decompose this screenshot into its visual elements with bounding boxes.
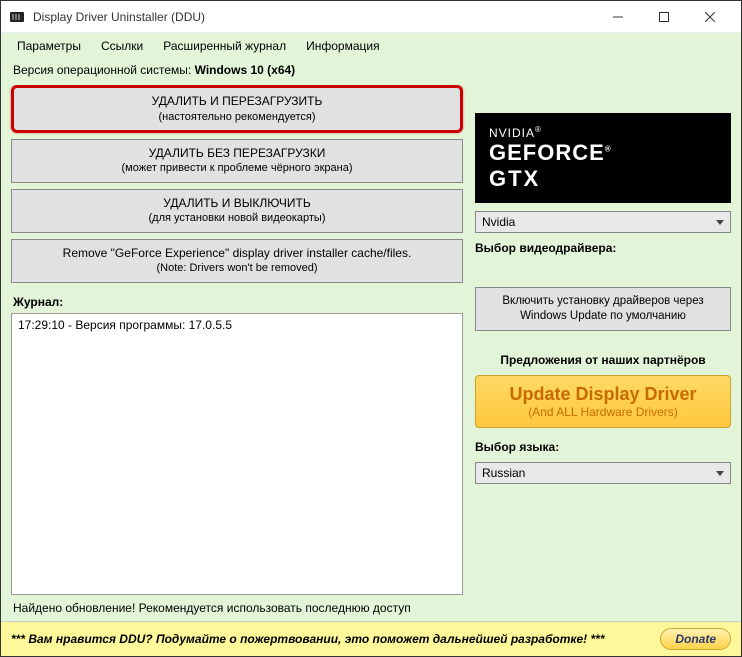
menu-extended-log[interactable]: Расширенный журнал: [155, 37, 294, 55]
app-window: Display Driver Uninstaller (DDU) Парамет…: [0, 0, 742, 657]
log-label: Журнал:: [13, 295, 463, 309]
clean-without-restart-button[interactable]: УДАЛИТЬ БЕЗ ПЕРЕЗАГРУЗКИ (может привести…: [11, 139, 463, 183]
menubar: Параметры Ссылки Расширенный журнал Инфо…: [1, 33, 741, 59]
partners-label: Предложения от наших партнёров: [475, 353, 731, 367]
donate-text: *** Вам нравится DDU? Подумайте о пожерт…: [11, 632, 660, 646]
btn-line: (для установки новой видеокарты): [20, 211, 454, 225]
os-version-line: Версия операционной системы: Windows 10 …: [1, 59, 741, 85]
titlebar: Display Driver Uninstaller (DDU): [1, 1, 741, 33]
close-button[interactable]: [687, 1, 733, 33]
btn-line: (настоятельно рекомендуется): [22, 110, 452, 124]
donate-button[interactable]: Donate: [660, 628, 731, 650]
wu-line: Включить установку драйверов через: [482, 294, 724, 309]
log-entry: 17:29:10 - Версия программы: 17.0.5.5: [18, 318, 456, 332]
menu-parameters[interactable]: Параметры: [9, 37, 89, 55]
language-select[interactable]: Russian: [475, 462, 731, 484]
window-title: Display Driver Uninstaller (DDU): [33, 10, 595, 24]
os-version-label: Версия операционной системы:: [13, 63, 191, 77]
vendor-selected-value: Nvidia: [482, 215, 515, 229]
gpu-brand-line2: GEFORCE®: [489, 140, 717, 166]
log-box[interactable]: 17:29:10 - Версия программы: 17.0.5.5: [11, 313, 463, 595]
update-driver-line1: Update Display Driver: [482, 384, 724, 405]
remove-geforce-experience-button[interactable]: Remove "GeForce Experience" display driv…: [11, 239, 463, 283]
gpu-brand-line3: GTX: [489, 166, 717, 192]
update-display-driver-button[interactable]: Update Display Driver (And ALL Hardware …: [475, 375, 731, 428]
main-area: УДАЛИТЬ И ПЕРЕЗАГРУЗИТЬ (настоятельно ре…: [1, 85, 741, 595]
update-driver-line2: (And ALL Hardware Drivers): [482, 405, 724, 419]
content-area: Параметры Ссылки Расширенный журнал Инфо…: [1, 33, 741, 621]
window-controls: [595, 1, 733, 33]
app-icon: [9, 9, 25, 25]
left-column: УДАЛИТЬ И ПЕРЕЗАГРУЗИТЬ (настоятельно ре…: [11, 85, 463, 595]
minimize-button[interactable]: [595, 1, 641, 33]
btn-line: (Note: Drivers won't be removed): [20, 261, 454, 275]
language-selected-value: Russian: [482, 466, 525, 480]
btn-line: Remove "GeForce Experience" display driv…: [20, 246, 454, 262]
donate-bar: *** Вам нравится DDU? Подумайте о пожерт…: [1, 621, 741, 656]
gpu-brand-banner: NVIDIA® GEFORCE® GTX: [475, 113, 731, 203]
enable-windows-update-button[interactable]: Включить установку драйверов через Windo…: [475, 287, 731, 331]
btn-line: (может привести к проблеме чёрного экран…: [20, 161, 454, 175]
btn-line: УДАЛИТЬ И ВЫКЛЮЧИТЬ: [20, 196, 454, 212]
btn-line: УДАЛИТЬ БЕЗ ПЕРЕЗАГРУЗКИ: [20, 146, 454, 162]
wu-line: Windows Update по умолчанию: [482, 309, 724, 324]
maximize-button[interactable]: [641, 1, 687, 33]
language-label: Выбор языка:: [475, 440, 731, 454]
gpu-brand-line1: NVIDIA®: [489, 125, 717, 140]
btn-line: УДАЛИТЬ И ПЕРЕЗАГРУЗИТЬ: [22, 94, 452, 110]
right-column: NVIDIA® GEFORCE® GTX Nvidia Выбор видеод…: [475, 85, 731, 595]
status-bar: Найдено обновление! Рекомендуется исполь…: [1, 595, 741, 621]
driver-select-label: Выбор видеодрайвера:: [475, 241, 731, 255]
clean-and-restart-button[interactable]: УДАЛИТЬ И ПЕРЕЗАГРУЗИТЬ (настоятельно ре…: [11, 85, 463, 133]
menu-information[interactable]: Информация: [298, 37, 387, 55]
os-version-value: Windows 10 (x64): [195, 63, 296, 77]
vendor-select[interactable]: Nvidia: [475, 211, 731, 233]
clean-and-shutdown-button[interactable]: УДАЛИТЬ И ВЫКЛЮЧИТЬ (для установки новой…: [11, 189, 463, 233]
menu-links[interactable]: Ссылки: [93, 37, 151, 55]
